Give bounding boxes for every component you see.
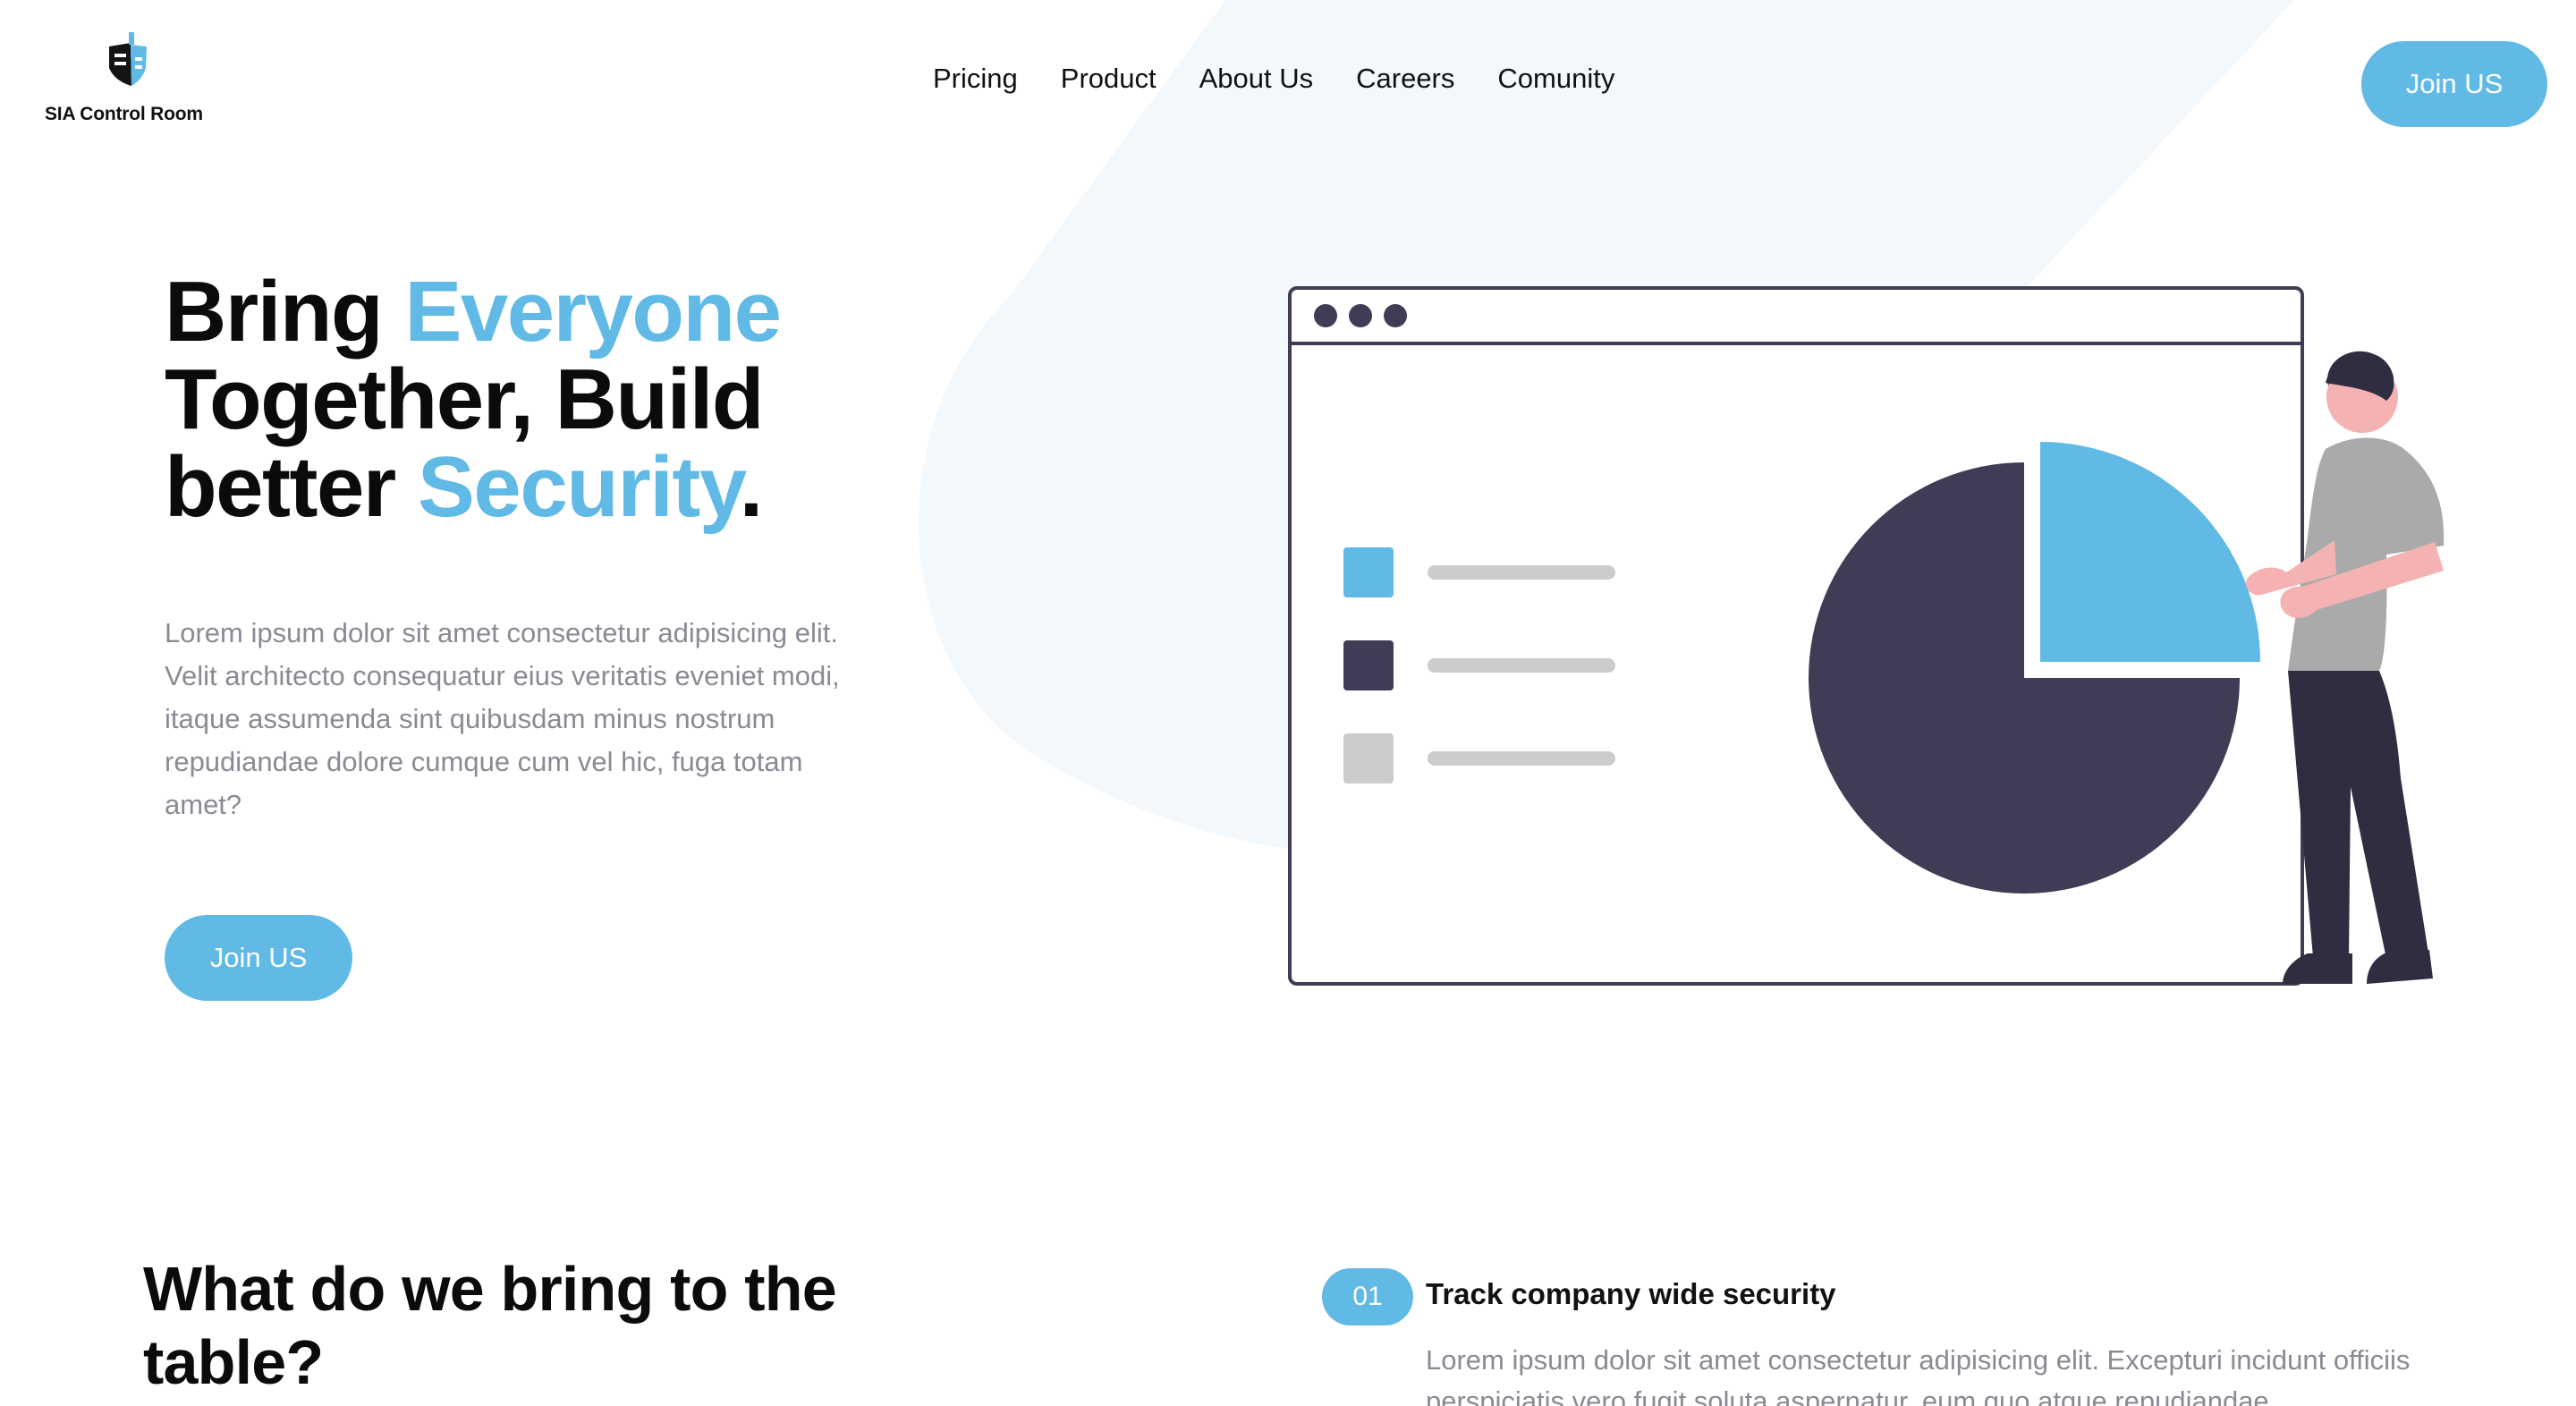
hero-join-button[interactable]: Join US <box>165 915 352 1001</box>
brand-logo[interactable]: SIA Control Room <box>41 32 220 131</box>
nav-item-about-us[interactable]: About Us <box>1199 63 1314 95</box>
nav-item-community[interactable]: Comunity <box>1497 63 1614 95</box>
hero-title-highlight: Security <box>417 439 741 535</box>
feature-description: Lorem ipsum dolor sit amet consectetur a… <box>1426 1344 2411 1406</box>
nav-item-product[interactable]: Product <box>1061 63 1157 95</box>
presentation-pie-chart-illustration <box>1288 286 2445 986</box>
section-title: What do we bring to the table? <box>143 1254 837 1397</box>
hero-description: Lorem ipsum dolor sit amet consectetur a… <box>165 617 840 820</box>
main-nav: Pricing Product About Us Careers Comunit… <box>933 63 1657 95</box>
feature-title: Track company wide security <box>1426 1277 1836 1310</box>
hero-title-highlight: Everyone <box>404 264 782 360</box>
feature-number-badge: 01 <box>1322 1268 1413 1326</box>
hero-title-period: . <box>739 439 764 535</box>
shield-logo-icon <box>109 32 147 86</box>
hero-title-part: better <box>165 439 418 535</box>
hero-title-part: Bring <box>165 264 405 360</box>
hero-title: Bring Everyone Together, Build better Se… <box>165 268 970 531</box>
brand-name: SIA Control Room <box>45 104 203 124</box>
hero-title-part: Together, Build <box>165 352 765 447</box>
header-join-button[interactable]: Join US <box>2361 41 2547 127</box>
nav-item-careers[interactable]: Careers <box>1356 63 1454 95</box>
nav-item-pricing[interactable]: Pricing <box>933 63 1018 95</box>
